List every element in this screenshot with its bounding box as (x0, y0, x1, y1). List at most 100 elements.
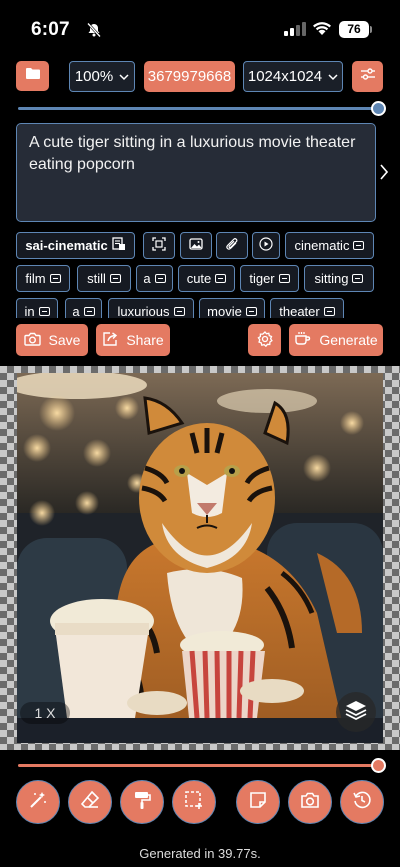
save-button-label: Save (48, 332, 81, 348)
seed-button[interactable]: 3679979668 (144, 61, 235, 92)
tag-chip-label: cute (186, 271, 212, 286)
history-icon (352, 790, 372, 815)
tag-chip[interactable]: tiger (240, 265, 299, 292)
tag-chip[interactable]: a (136, 265, 173, 292)
selection-button[interactable] (172, 780, 216, 824)
tag-chip-label: tiger (249, 271, 275, 286)
layers-icon (344, 699, 368, 726)
tag-chip[interactable]: movie (199, 298, 265, 318)
image-chip[interactable] (180, 232, 212, 259)
history-button[interactable] (340, 780, 384, 824)
tag-edit-icon (173, 307, 185, 316)
status-time: 6:07 (31, 19, 70, 40)
adjustments-button[interactable] (352, 61, 383, 92)
generate-button[interactable]: Generate (289, 324, 383, 356)
attach-chip[interactable] (216, 232, 248, 259)
tag-chip[interactable]: still (77, 265, 131, 292)
eraser-button[interactable] (68, 780, 112, 824)
snapshot-button[interactable] (288, 780, 332, 824)
share-button[interactable]: Share (96, 324, 170, 356)
zoom-level-label: 1 X (20, 702, 70, 724)
tag-chip[interactable]: in (16, 298, 58, 318)
note-icon (248, 790, 268, 815)
zoom-select-value: 100% (74, 68, 114, 85)
tag-chip[interactable]: a (65, 298, 102, 318)
tag-chip-label: luxurious (117, 304, 170, 318)
share-button-label: Share (126, 332, 164, 348)
strength-slider-handle[interactable] (371, 101, 386, 116)
image-strength-slider-handle[interactable] (371, 758, 386, 773)
sliders-icon (360, 67, 376, 86)
tag-chip-label: a (72, 304, 80, 318)
eraser-icon (80, 790, 100, 815)
tag-chip-label: film (25, 271, 46, 286)
face-detect-chip[interactable] (143, 232, 175, 259)
chevron-right-icon[interactable] (380, 163, 389, 186)
tag-edit-icon (83, 307, 95, 316)
tag-edit-icon (352, 274, 364, 283)
tag-chip-label: in (24, 304, 35, 318)
zoom-select[interactable]: 100% (69, 61, 135, 92)
battery-tip (370, 26, 372, 33)
open-folder-button[interactable] (16, 61, 49, 91)
image-icon (189, 237, 203, 254)
magic-wand-button[interactable] (16, 780, 60, 824)
tag-edit-icon (353, 241, 365, 250)
tag-edit-icon (215, 274, 227, 283)
generate-button-label: Generate (319, 332, 378, 348)
size-select[interactable]: 1024x1024 (243, 61, 343, 92)
layers-button[interactable] (336, 692, 376, 732)
paint-roller-button[interactable] (120, 780, 164, 824)
save-button[interactable]: Save (16, 324, 88, 356)
face-frame-icon (152, 237, 166, 254)
tag-edit-icon (154, 274, 166, 283)
tag-chip[interactable]: cinematic (285, 232, 374, 259)
tag-chip[interactable]: luxurious (108, 298, 194, 318)
tag-chip[interactable]: sitting (304, 265, 374, 292)
chevron-down-icon (119, 68, 129, 85)
generation-status: Generated in 39.77s. (139, 846, 261, 861)
crop-select-icon (184, 790, 204, 815)
tag-chip[interactable]: film (16, 265, 70, 292)
tag-edit-icon (109, 274, 121, 283)
wifi-icon (312, 21, 332, 41)
tag-chip-label: movie (207, 304, 242, 318)
tag-chip-label: theater (279, 304, 320, 318)
tag-chip-label: a (143, 271, 151, 286)
style-chip-label: sai-cinematic (25, 238, 108, 253)
tiger-illustration (17, 373, 383, 743)
tag-edit-icon (323, 307, 335, 316)
tag-edit-icon (278, 274, 290, 283)
play-chip[interactable] (252, 232, 280, 259)
battery-indicator: 76 (339, 21, 369, 38)
gear-icon (256, 330, 273, 350)
generation-settings-button[interactable] (248, 324, 281, 356)
play-circle-icon (259, 237, 273, 254)
style-chip[interactable]: sai-cinematic (16, 232, 135, 259)
folder-icon (25, 67, 41, 85)
magic-wand-icon (28, 790, 48, 815)
tag-chip[interactable]: theater (270, 298, 344, 318)
strength-slider[interactable] (18, 101, 386, 116)
size-select-value: 1024x1024 (247, 68, 323, 85)
tag-edit-icon (38, 307, 50, 316)
tag-row-overflow: in a luxurious movie theater (0, 296, 400, 318)
image-strength-slider[interactable] (18, 758, 386, 773)
generated-image (17, 373, 383, 743)
camera-icon (23, 332, 41, 349)
seed-value: 3679979668 (147, 68, 232, 85)
share-icon (102, 331, 118, 349)
tag-edit-icon (49, 274, 61, 283)
cellular-signal-icon (284, 22, 306, 41)
camera-icon (300, 791, 320, 814)
tag-chip-label: cinematic (294, 238, 350, 253)
bell-muted-icon (86, 22, 102, 43)
paperclip-icon (225, 237, 239, 254)
tag-chip-label: still (87, 271, 106, 286)
prompt-input[interactable]: A cute tiger sitting in a luxurious movi… (16, 123, 376, 222)
note-button[interactable] (236, 780, 280, 824)
chevron-down-icon (328, 68, 338, 85)
status-bar: 6:07 76 (0, 0, 400, 56)
tag-chip[interactable]: cute (178, 265, 235, 292)
tag-edit-icon (245, 307, 257, 316)
